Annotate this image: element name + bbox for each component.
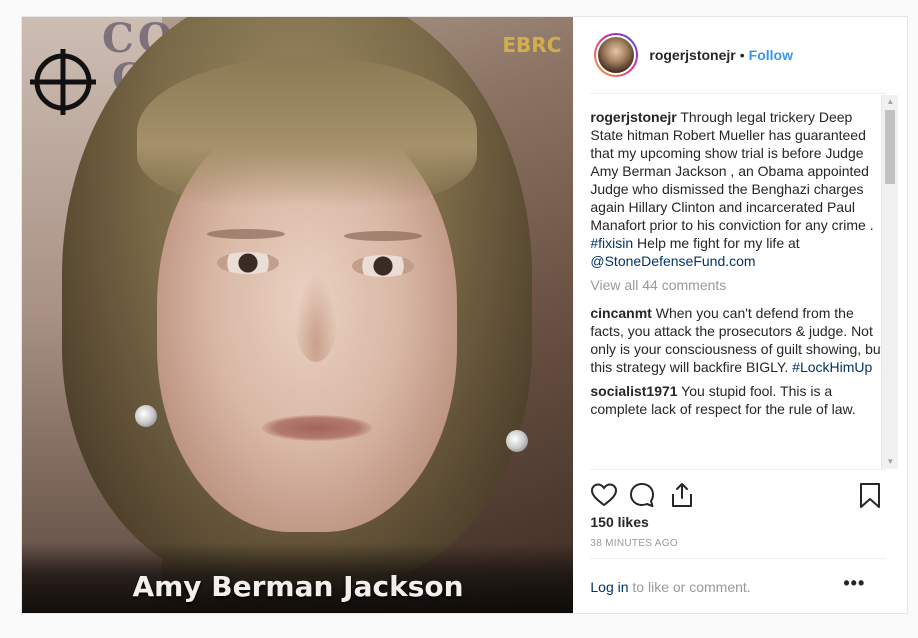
post-image[interactable]: CO C F EBRC Amy Berman Jackson — [22, 17, 574, 613]
comments-scrollbar[interactable]: ▲ ▼ — [881, 95, 899, 469]
portrait-right-eye — [352, 255, 414, 277]
list-item: socialist1971 You stupid fool. This is a… — [590, 382, 886, 418]
image-watermark: EBRC — [502, 33, 562, 57]
heart-icon[interactable] — [590, 481, 618, 509]
comments-list[interactable]: rogerjstonejr Through legal trickery Dee… — [590, 95, 886, 467]
avatar-image — [596, 35, 637, 75]
scroll-down-arrow-icon[interactable]: ▼ — [882, 455, 898, 469]
portrait-left-earring — [135, 405, 157, 427]
caption-comment: rogerjstonejr Through legal trickery Dee… — [590, 108, 886, 270]
portrait-bangs — [137, 57, 477, 207]
caption-text-2: Help me fight for my life at — [633, 235, 800, 251]
comment-hashtag[interactable]: #LockHimUp — [792, 359, 872, 375]
login-prompt-text: to like or comment. — [628, 579, 751, 595]
footer-divider — [590, 558, 886, 559]
likes-count[interactable]: 150 likes — [590, 514, 648, 530]
actions-divider — [590, 469, 886, 470]
login-prompt: Log in to like or comment. — [590, 579, 750, 595]
more-options-icon[interactable]: ••• — [843, 573, 865, 594]
header-username[interactable]: rogerjstonejr — [649, 47, 735, 63]
header-separator: • — [739, 47, 745, 63]
caption-username[interactable]: rogerjstonejr — [590, 109, 676, 125]
caption-text: Through legal trickery Deep State hitman… — [590, 109, 874, 233]
post-timestamp[interactable]: 38 MINUTES AGO — [590, 538, 678, 549]
follow-button[interactable]: Follow — [749, 47, 793, 63]
caption-mention[interactable]: @StoneDefenseFund.com — [590, 253, 755, 269]
avatar[interactable] — [594, 33, 639, 77]
image-caption: Amy Berman Jackson — [132, 570, 464, 603]
post-header: rogerjstonejr • Follow — [573, 17, 907, 93]
scrollbar-thumb[interactable] — [885, 110, 896, 184]
list-item: cincanmt When you can't defend from the … — [590, 304, 886, 376]
scroll-up-arrow-icon[interactable]: ▲ — [882, 95, 898, 109]
view-all-comments-link[interactable]: View all 44 comments — [590, 276, 886, 294]
crosshair-logo-icon — [30, 49, 96, 115]
login-link[interactable]: Log in — [590, 579, 628, 595]
portrait-left-brow — [207, 229, 285, 239]
header-divider — [590, 93, 886, 94]
instagram-post: CO C F EBRC Amy Berman Jackson rogerjsto… — [21, 16, 908, 614]
comment-icon[interactable] — [628, 481, 656, 509]
portrait-right-brow — [344, 231, 422, 241]
share-icon[interactable] — [668, 481, 696, 509]
portrait-nose — [294, 272, 338, 362]
bookmark-icon[interactable] — [856, 481, 884, 509]
portrait-right-earring — [506, 430, 528, 452]
portrait-lips — [262, 415, 372, 441]
post-sidebar: rogerjstonejr • Follow rogerjstonejr Thr… — [573, 17, 907, 613]
comment-username[interactable]: socialist1971 — [590, 383, 677, 399]
caption-hashtag[interactable]: #fixisin — [590, 235, 633, 251]
comment-username[interactable]: cincanmt — [590, 305, 651, 321]
action-bar — [590, 477, 886, 517]
portrait-left-eye — [217, 252, 279, 274]
